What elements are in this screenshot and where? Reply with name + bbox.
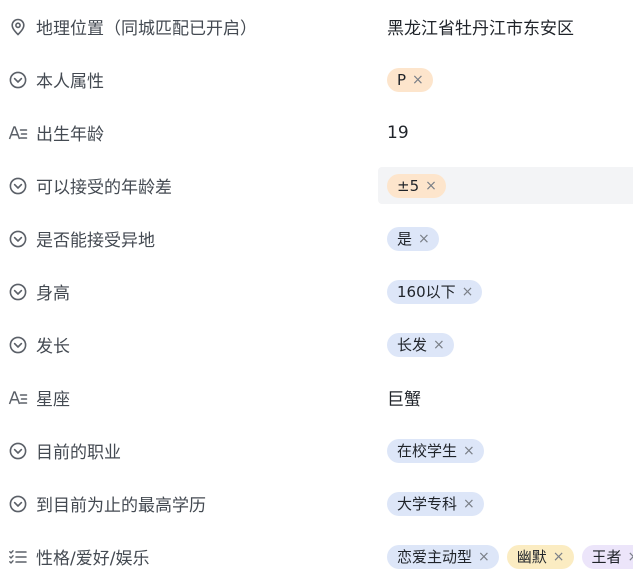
location-value: 黑龙江省牡丹江市东安区 (387, 14, 574, 39)
tag-remove-icon[interactable]: × (433, 338, 445, 352)
field-row-hair: 发长 长发 × (0, 318, 633, 371)
field-label-text: 出生年龄 (36, 120, 104, 145)
tag-text: P (397, 71, 406, 89)
field-row-height: 身高 160以下 × (0, 265, 633, 318)
text-field-icon (8, 123, 28, 143)
option-tag: 王者 × (582, 545, 633, 569)
tag-remove-icon[interactable]: × (553, 550, 565, 564)
field-label-height: 身高 (8, 265, 70, 318)
tag-remove-icon[interactable]: × (478, 550, 490, 564)
option-tag: 幽默 × (507, 545, 574, 569)
tag-remove-icon[interactable]: × (463, 444, 475, 458)
field-label-text: 可以接受的年龄差 (36, 173, 172, 198)
option-tag: P × (387, 68, 433, 92)
field-label-zodiac: 星座 (8, 371, 70, 424)
field-value-zodiac[interactable]: 巨蟹 (378, 379, 633, 416)
tag-remove-icon[interactable]: × (425, 179, 437, 193)
field-row-attribute: 本人属性 P × (0, 53, 633, 106)
text-field-icon (8, 388, 28, 408)
field-label-age-diff: 可以接受的年龄差 (8, 159, 172, 212)
field-label-location: 地理位置（同城匹配已开启） (8, 0, 257, 53)
field-label-occupation: 目前的职业 (8, 424, 121, 477)
tag-text: 160以下 (397, 281, 456, 302)
option-tag: 在校学生 × (387, 439, 484, 463)
field-row-long-distance: 是否能接受异地 是 × (0, 212, 633, 265)
option-tag: 长发 × (387, 333, 454, 357)
chevron-down-circle-icon (8, 494, 28, 514)
field-label-hair: 发长 (8, 318, 70, 371)
chevron-down-circle-icon (8, 229, 28, 249)
field-label-text: 发长 (36, 332, 70, 357)
field-label-attribute: 本人属性 (8, 53, 104, 106)
field-row-personality: 性格/爱好/娱乐 恋爱主动型 × 幽默 × 王者 × (0, 530, 633, 583)
field-row-birth-year: 出生年龄 19 (0, 106, 633, 159)
tag-remove-icon[interactable]: × (412, 73, 424, 87)
chevron-down-circle-icon (8, 176, 28, 196)
chevron-down-circle-icon (8, 70, 28, 90)
field-label-long-distance: 是否能接受异地 (8, 212, 155, 265)
tag-text: 恋爱主动型 (397, 546, 472, 567)
field-value-height[interactable]: 160以下 × (378, 273, 633, 310)
option-tag: ±5 × (387, 174, 446, 198)
location-pin-icon (8, 17, 28, 37)
chevron-down-circle-icon (8, 282, 28, 302)
field-label-text: 目前的职业 (36, 438, 121, 463)
tag-text: 幽默 (517, 546, 547, 567)
option-tag: 恋爱主动型 × (387, 545, 499, 569)
field-label-personality: 性格/爱好/娱乐 (8, 530, 149, 583)
field-label-education: 到目前为止的最高学历 (8, 477, 206, 530)
field-row-location: 地理位置（同城匹配已开启） 黑龙江省牡丹江市东安区 (0, 0, 633, 53)
field-label-text: 本人属性 (36, 67, 104, 92)
field-value-age-diff[interactable]: ±5 × (378, 167, 633, 204)
tag-text: 是 (397, 228, 412, 249)
tag-remove-icon[interactable]: × (462, 285, 474, 299)
chevron-down-circle-icon (8, 335, 28, 355)
field-value-personality[interactable]: 恋爱主动型 × 幽默 × 王者 × (378, 538, 633, 575)
tag-text: 王者 (592, 546, 622, 567)
tag-remove-icon[interactable]: × (463, 497, 475, 511)
birth-year-value: 19 (387, 123, 409, 143)
option-tag: 160以下 × (387, 280, 482, 304)
field-label-text: 星座 (36, 385, 70, 410)
field-label-text: 到目前为止的最高学历 (36, 491, 206, 516)
field-value-birth-year[interactable]: 19 (378, 114, 633, 151)
field-label-birth-year: 出生年龄 (8, 106, 104, 159)
chevron-down-circle-icon (8, 441, 28, 461)
tag-text: 在校学生 (397, 440, 457, 461)
zodiac-value: 巨蟹 (387, 385, 421, 410)
field-row-zodiac: 星座 巨蟹 (0, 371, 633, 424)
tag-text: 大学专科 (397, 493, 457, 514)
field-value-hair[interactable]: 长发 × (378, 326, 633, 363)
field-value-occupation[interactable]: 在校学生 × (378, 432, 633, 469)
option-tag: 大学专科 × (387, 492, 484, 516)
multi-select-list-icon (8, 547, 28, 567)
field-value-attribute[interactable]: P × (378, 61, 633, 98)
tag-remove-icon[interactable]: × (418, 232, 430, 246)
tag-text: 长发 (397, 334, 427, 355)
field-row-education: 到目前为止的最高学历 大学专科 × (0, 477, 633, 530)
option-tag: 是 × (387, 227, 439, 251)
field-value-long-distance[interactable]: 是 × (378, 220, 633, 257)
field-value-location[interactable]: 黑龙江省牡丹江市东安区 (378, 8, 633, 45)
field-label-text: 身高 (36, 279, 70, 304)
tag-remove-icon[interactable]: × (628, 550, 633, 564)
field-label-text: 性格/爱好/娱乐 (36, 544, 149, 569)
field-row-age-diff: 可以接受的年龄差 ±5 × (0, 159, 633, 212)
field-value-education[interactable]: 大学专科 × (378, 485, 633, 522)
tag-text: ±5 (397, 177, 419, 195)
field-row-occupation: 目前的职业 在校学生 × (0, 424, 633, 477)
field-label-text: 是否能接受异地 (36, 226, 155, 251)
field-label-text: 地理位置（同城匹配已开启） (36, 14, 257, 39)
